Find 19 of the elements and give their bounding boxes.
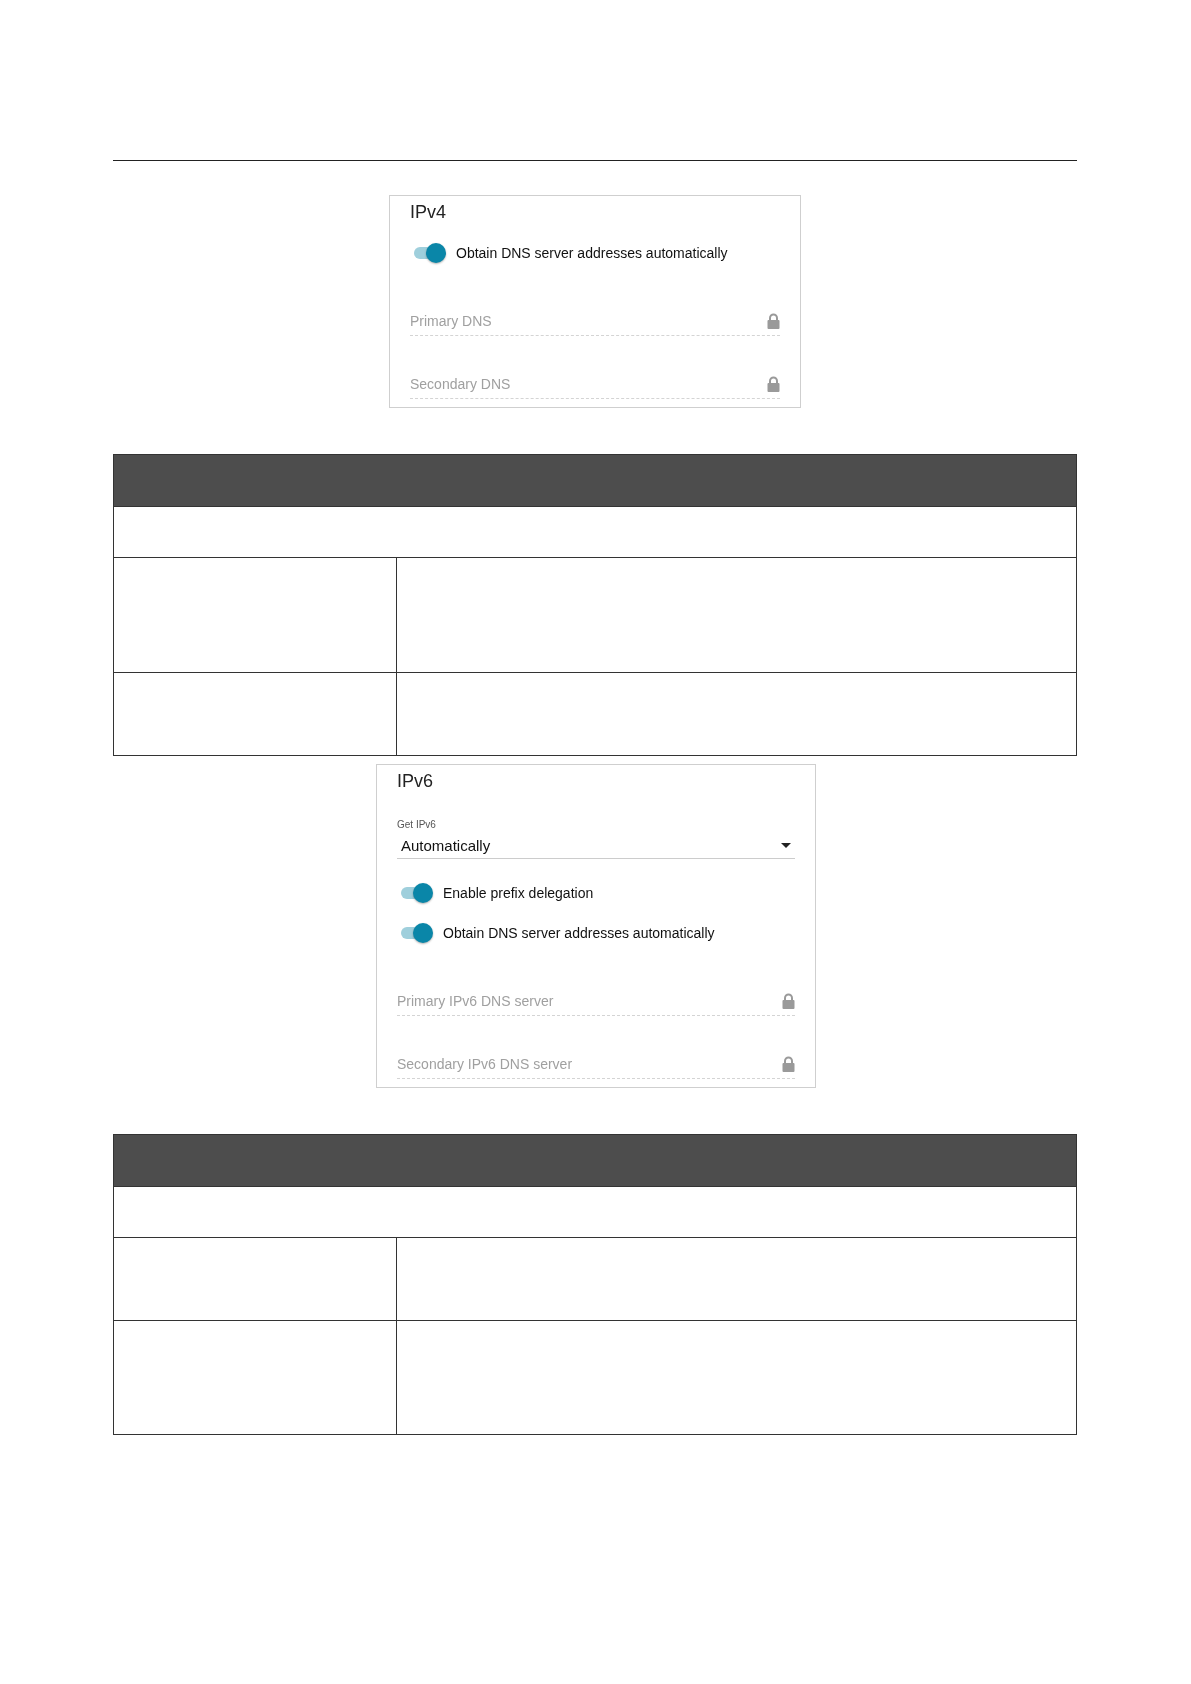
panel-title: IPv4 xyxy=(410,202,447,223)
lock-icon xyxy=(767,376,780,392)
toggle-label: Obtain DNS server addresses automatically xyxy=(456,245,728,261)
toggle-switch[interactable] xyxy=(414,243,446,263)
lock-icon xyxy=(782,1056,795,1072)
lock-icon xyxy=(782,993,795,1009)
toggle-switch[interactable] xyxy=(401,883,433,903)
toggle-switch[interactable] xyxy=(401,923,433,943)
panel-title: IPv6 xyxy=(397,771,434,792)
input-field[interactable]: Secondary DNS xyxy=(410,370,780,399)
caret-icon xyxy=(781,842,791,848)
toggle-label: Obtain DNS server addresses automatically xyxy=(443,925,715,941)
input-field[interactable]: Primary IPv6 DNS server xyxy=(397,987,795,1016)
field-label: Get IPv6 xyxy=(397,819,436,830)
input-field[interactable]: Primary DNS xyxy=(410,307,780,336)
toggle-label: Enable prefix delegation xyxy=(443,885,594,901)
select-field[interactable]: Automatically xyxy=(397,832,795,859)
input-field[interactable]: Secondary IPv6 DNS server xyxy=(397,1050,795,1079)
lock-icon xyxy=(767,313,780,329)
